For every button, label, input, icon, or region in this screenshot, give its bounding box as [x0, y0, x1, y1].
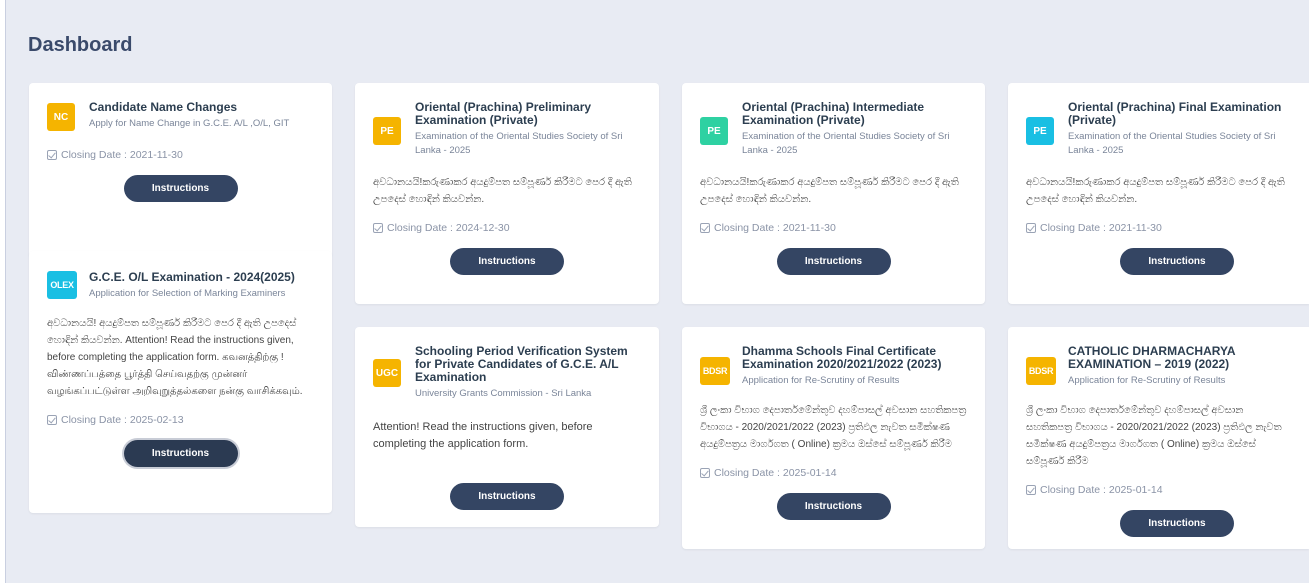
card-dhamma-schools: BDSR Dhamma Schools Final Certificate Ex…	[682, 327, 985, 549]
instructions-button[interactable]: Instructions	[123, 175, 238, 202]
card-schooling-verification: UGC Schooling Period Verification System…	[355, 327, 659, 527]
closing-date: Closing Date : 2024-12-30	[373, 222, 641, 234]
instructions-button[interactable]: Instructions	[1120, 248, 1234, 275]
closing-date: Closing Date : 2021-11-30	[1026, 222, 1291, 234]
card-description: අවධානයයි!කරුණාකර අයදුම්පත සම්පූර්ණ කිරීම…	[700, 177, 959, 205]
card-title: CATHOLIC DHARMACHARYA EXAMINATION – 2019…	[1068, 344, 1236, 371]
closing-date-text: Closing Date : 2025-01-14	[714, 467, 837, 479]
checkbox-icon	[47, 150, 57, 160]
instructions-button[interactable]: Instructions	[776, 248, 891, 275]
instructions-button[interactable]: Instructions	[1120, 510, 1234, 537]
closing-date-text: Closing Date : 2021-11-30	[714, 222, 836, 234]
card-description: Attention! Read the instructions given, …	[373, 421, 593, 450]
closing-date: Closing Date : 2021-11-30	[700, 222, 967, 234]
card-description: ශ්‍රී ලංකා විභාග දෙපාර්තමේන්තුව දහම්පාසල…	[700, 405, 967, 450]
badge-icon: PE	[1026, 117, 1054, 145]
card-catholic-dharmacharya: BDSR CATHOLIC DHARMACHARYA EXAMINATION –…	[1008, 327, 1309, 549]
card-gce-ol: OLEX G.C.E. O/L Examination - 2024(2025)…	[29, 251, 332, 513]
closing-date: Closing Date : 2021-11-30	[47, 149, 314, 161]
closing-date-text: Closing Date : 2025-02-13	[61, 414, 184, 426]
checkbox-icon	[1026, 485, 1036, 495]
badge-icon: BDSR	[700, 357, 730, 385]
closing-date: Closing Date : 2025-01-14	[700, 467, 967, 479]
checkbox-icon	[1026, 223, 1036, 233]
card-subtitle: Application for Re-Scrutiny of Results	[1068, 375, 1226, 386]
card-title: Oriental (Prachina) Preliminary Examinat…	[415, 100, 592, 127]
card-subtitle: Apply for Name Change in G.C.E. A/L ,O/L…	[89, 118, 290, 129]
closing-date-text: Closing Date : 2024-12-30	[387, 222, 510, 234]
card-description: ශ්‍රී ලංකා විභාග දෙපාර්තමේන්තුව දහම්පාසල…	[1026, 405, 1282, 467]
checkbox-icon	[700, 223, 710, 233]
card-oriental-final: PE Oriental (Prachina) Final Examination…	[1008, 83, 1309, 304]
card-title: Candidate Name Changes	[89, 100, 238, 114]
badge-icon: PE	[700, 117, 728, 145]
badge-icon: BDSR	[1026, 357, 1056, 385]
checkbox-icon	[373, 223, 383, 233]
instructions-button[interactable]: Instructions	[776, 493, 891, 520]
left-border	[0, 0, 6, 583]
card-subtitle: Application for Re-Scrutiny of Results	[742, 375, 900, 386]
closing-date: Closing Date : 2025-02-13	[47, 414, 314, 426]
card-title: Schooling Period Verification System for…	[415, 344, 628, 384]
card-subtitle: Examination of the Oriental Studies Soci…	[1068, 131, 1276, 156]
badge-icon: NC	[47, 103, 75, 131]
card-title: Oriental (Prachina) Final Examination (P…	[1068, 100, 1282, 127]
card-title: Oriental (Prachina) Intermediate Examina…	[742, 100, 925, 127]
instructions-button[interactable]: Instructions	[123, 440, 238, 467]
card-subtitle: Application for Selection of Marking Exa…	[89, 288, 286, 299]
page-title: Dashboard	[28, 34, 133, 56]
instructions-button[interactable]: Instructions	[450, 483, 564, 510]
card-description: අවධානයයි!කරුණාකර අයදුම්පත සම්පූර්ණ කිරීම…	[373, 177, 632, 205]
card-subtitle: Examination of the Oriental Studies Soci…	[415, 131, 623, 156]
badge-icon: OLEX	[47, 271, 77, 299]
card-oriental-intermediate: PE Oriental (Prachina) Intermediate Exam…	[682, 83, 985, 304]
badge-icon: UGC	[373, 359, 401, 387]
card-name-changes: NC Candidate Name Changes Apply for Name…	[29, 83, 332, 257]
card-description: අවධානයයි! අයදුම්පත සම්පූර්ණ කිරීමට පෙර ද…	[47, 318, 303, 397]
closing-date-text: Closing Date : 2021-11-30	[1040, 222, 1162, 234]
card-description: අවධානයයි!කරුණාකර අයදුම්පත සම්පූර්ණ කිරීම…	[1026, 177, 1285, 205]
card-oriental-preliminary: PE Oriental (Prachina) Preliminary Exami…	[355, 83, 659, 304]
card-title: Dhamma Schools Final Certificate Examina…	[742, 344, 942, 371]
checkbox-icon	[700, 468, 710, 478]
closing-date: Closing Date : 2025-01-14	[1026, 484, 1291, 496]
closing-date-text: Closing Date : 2025-01-14	[1040, 484, 1163, 496]
card-subtitle: Examination of the Oriental Studies Soci…	[742, 131, 950, 156]
card-subtitle: University Grants Commission - Sri Lanka	[415, 388, 592, 399]
instructions-button[interactable]: Instructions	[450, 248, 564, 275]
badge-icon: PE	[373, 117, 401, 145]
closing-date-text: Closing Date : 2021-11-30	[61, 149, 183, 161]
card-title: G.C.E. O/L Examination - 2024(2025)	[89, 270, 295, 284]
checkbox-icon	[47, 415, 57, 425]
